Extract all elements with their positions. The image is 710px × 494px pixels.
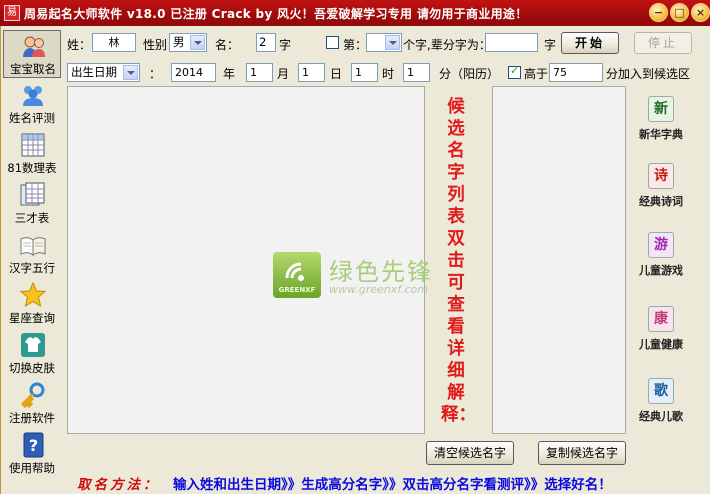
year-input[interactable]: 2014 xyxy=(171,63,216,82)
name-length-label: 名： xyxy=(215,38,240,52)
month-input[interactable]: 1 xyxy=(246,63,273,82)
chevron-down-icon xyxy=(385,35,400,50)
copy-candidates-button[interactable]: 复制候选名字 xyxy=(538,441,626,465)
tool-children-games[interactable]: 游 儿童游戏 xyxy=(631,232,691,280)
surname-label: 姓： xyxy=(67,38,92,52)
minute-input[interactable]: 1 xyxy=(403,63,430,82)
month-unit: 月 xyxy=(277,67,290,81)
minute-unit: 分（阳历） xyxy=(439,67,500,81)
naming-method-bar: 取名方法： 输入姓和出生日期》》生成高分名字》》双击高分名字看测评》》选择好名！ xyxy=(1,470,710,494)
sidebar-item-label: 三才表 xyxy=(14,211,50,225)
sidebar-item-sancai-table[interactable]: 三才表 xyxy=(3,180,61,228)
sidebar-item-baby-naming[interactable]: 宝宝取名 xyxy=(3,30,61,78)
sidebar-item-label: 注册软件 xyxy=(9,411,55,425)
greenxf-logo-icon: GREENXF xyxy=(273,252,321,298)
stop-button[interactable]: 停止 xyxy=(634,32,692,54)
key-icon xyxy=(20,382,46,409)
position-select[interactable] xyxy=(366,33,402,52)
tool-label: 经典诗词 xyxy=(639,195,683,208)
window-title: 周易起名大师软件 v18.0 已注册 Crack by 风火！吾爱破解学习专用 … xyxy=(24,7,528,21)
sidebar-item-label: 切换皮肤 xyxy=(9,361,55,375)
sidebar-item-label: 姓名评测 xyxy=(9,111,55,125)
main-panel: 宝宝取名 姓名评测 81数理表 三才表 汉字五行 星座查询 切换皮肤 注册软件 … xyxy=(0,26,710,494)
tool-classic-poems[interactable]: 诗 经典诗词 xyxy=(631,163,691,211)
position-checkbox[interactable] xyxy=(326,36,339,49)
sidebar-item-name-test[interactable]: 姓名评测 xyxy=(3,80,61,128)
candidate-names-list[interactable] xyxy=(492,86,626,434)
generation-label: 个字,辈分字为： xyxy=(403,38,491,52)
sidebar-item-horoscope[interactable]: 星座查询 xyxy=(3,280,61,328)
tool-xinhua-dictionary[interactable]: 新 新华字典 xyxy=(631,96,691,144)
gender-value: 男 xyxy=(173,35,185,49)
help-icon: ? xyxy=(20,432,46,458)
name-length-unit: 字 xyxy=(279,38,292,52)
hour-unit: 时 xyxy=(382,67,395,81)
date-colon: ： xyxy=(149,67,162,81)
gender-label: 性别 xyxy=(143,38,168,52)
day-unit: 日 xyxy=(330,67,343,81)
open-book-icon xyxy=(20,232,46,258)
poem-icon: 诗 xyxy=(648,163,674,189)
users-icon xyxy=(20,82,46,108)
name-length-value: 2 xyxy=(259,35,267,49)
game-icon: 游 xyxy=(648,232,674,258)
svg-text:?: ? xyxy=(29,436,38,455)
star-icon xyxy=(19,281,47,308)
health-icon: 康 xyxy=(648,306,674,332)
tool-label: 儿童健康 xyxy=(639,338,683,351)
watermark: GREENXF 绿色先锋 www.greenxf.com xyxy=(273,252,473,300)
minimize-button[interactable]: − xyxy=(649,3,668,22)
naming-method-label: 取名方法： xyxy=(77,477,160,493)
generation-input[interactable] xyxy=(485,33,538,52)
calculator-icon xyxy=(20,132,46,158)
watermark-logo-text: GREENXF xyxy=(278,286,316,294)
watermark-name: 绿色先锋 xyxy=(329,258,433,286)
table-icon xyxy=(20,182,46,208)
generation-unit: 字 xyxy=(544,38,557,52)
year-unit: 年 xyxy=(223,67,236,81)
tool-label: 经典儿歌 xyxy=(639,410,683,423)
chevron-down-icon xyxy=(190,35,205,50)
song-icon: 歌 xyxy=(648,378,674,404)
date-type-value: 出生日期 xyxy=(71,65,117,79)
tool-children-health[interactable]: 康 儿童健康 xyxy=(631,306,691,354)
start-button[interactable]: 开始 xyxy=(561,32,619,54)
day-input[interactable]: 1 xyxy=(298,63,325,82)
baby-avatar-icon xyxy=(21,33,47,59)
sidebar-item-five-elements[interactable]: 汉字五行 xyxy=(3,230,61,278)
close-button[interactable]: × xyxy=(691,3,710,22)
sidebar-item-register[interactable]: 注册软件 xyxy=(3,380,61,428)
gender-select[interactable]: 男 xyxy=(169,33,207,52)
clear-candidates-button[interactable]: 清空候选名字 xyxy=(426,441,514,465)
sidebar-item-label: 星座查询 xyxy=(9,311,55,325)
sidebar-item-switch-skin[interactable]: 切换皮肤 xyxy=(3,330,61,378)
above-label: 高于 xyxy=(524,67,549,81)
app-logo-icon: 易 xyxy=(4,5,20,21)
sidebar-item-81-table[interactable]: 81数理表 xyxy=(3,130,61,178)
dictionary-icon: 新 xyxy=(648,96,674,122)
title-bar: 易 周易起名大师软件 v18.0 已注册 Crack by 风火！吾爱破解学习专… xyxy=(0,0,710,26)
watermark-url: www.greenxf.com xyxy=(329,283,428,296)
chevron-down-icon xyxy=(123,65,138,80)
shirt-icon xyxy=(20,332,46,358)
sidebar-item-label: 宝宝取名 xyxy=(10,62,56,76)
position-label: 第： xyxy=(343,38,368,52)
tool-classic-songs[interactable]: 歌 经典儿歌 xyxy=(631,378,691,426)
score-suffix-label: 分加入到候选区 xyxy=(606,67,691,81)
score-threshold-input[interactable]: 75 xyxy=(549,63,603,82)
surname-input[interactable]: 林 xyxy=(92,33,136,52)
maximize-button[interactable]: □ xyxy=(670,3,689,22)
score-threshold-checkbox[interactable] xyxy=(508,64,521,79)
naming-method-steps: 输入姓和出生日期》》生成高分名字》》双击高分名字看测评》》选择好名！ xyxy=(173,477,612,493)
sidebar-item-label: 81数理表 xyxy=(7,161,57,175)
hour-input[interactable]: 1 xyxy=(351,63,378,82)
tool-label: 新华字典 xyxy=(639,128,683,141)
date-type-select[interactable]: 出生日期 xyxy=(67,63,140,82)
tool-label: 儿童游戏 xyxy=(639,264,683,277)
sidebar-item-label: 汉字五行 xyxy=(9,261,55,275)
name-length-select[interactable]: 2 xyxy=(256,33,276,52)
